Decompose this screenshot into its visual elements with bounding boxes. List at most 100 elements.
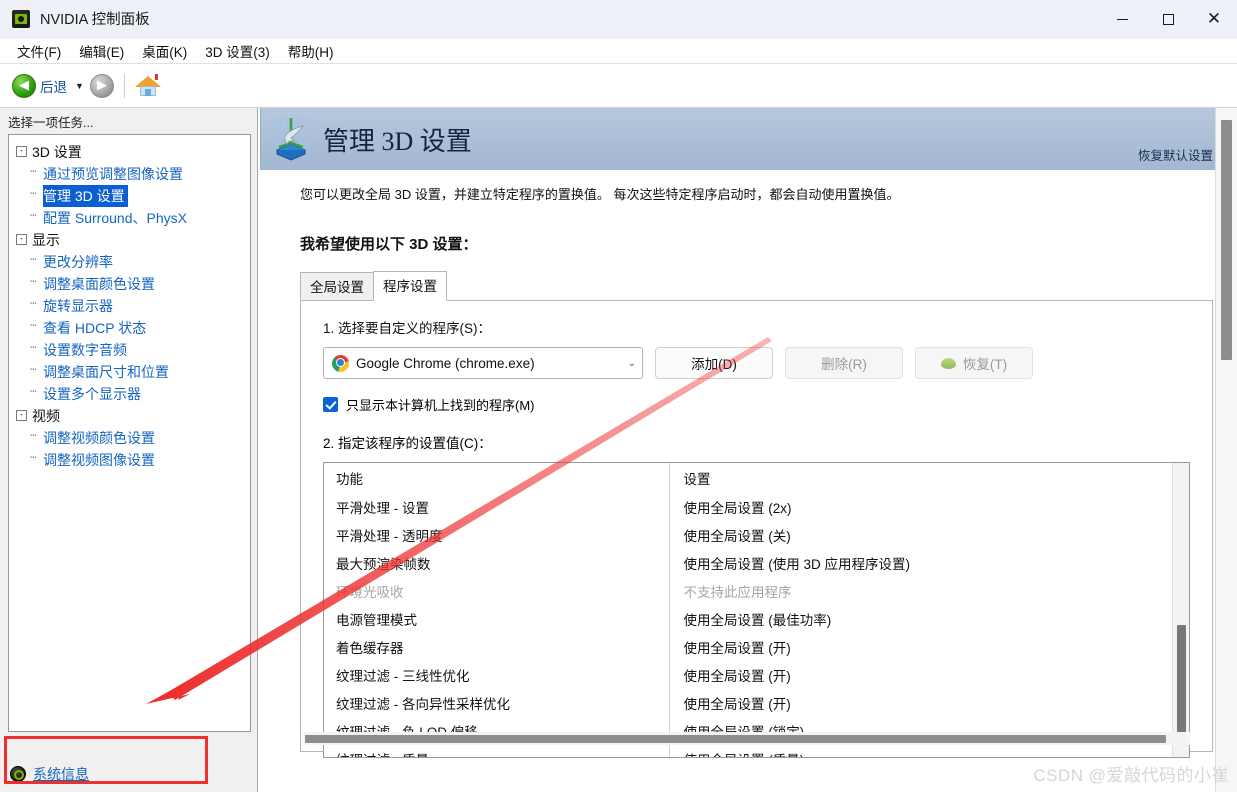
cell-feature: 纹理过滤 - 三线性优化 [336,669,470,684]
add-button[interactable]: 添加(D) [655,347,773,379]
delete-button-label: 删除(R) [821,357,867,372]
menu-3d-settings[interactable]: 3D 设置(3) [196,38,279,64]
cell-setting: 使用全局设置 (开) [668,661,1189,689]
section-title: 我希望使用以下 3D 设置： [300,236,478,253]
show-only-found-programs-checkbox[interactable] [323,397,338,412]
menu-bar: 文件(F) 编辑(E) 桌面(K) 3D 设置(3) 帮助(H) [0,38,1237,64]
task-tree[interactable]: - 3D 设置 通过预览调整图像设置 管理 3D 设置 配置 Surround、… [8,134,251,732]
column-header-feature: 功能 [324,463,669,493]
table-row[interactable]: 纹理过滤 - 质量使用全局设置 (质量) [324,745,1189,757]
sidebar: 选择一项任务... - 3D 设置 通过预览调整图像设置 管理 3D 设置 配置… [0,108,258,792]
table-horizontal-scrollbar[interactable] [303,732,1190,745]
restore-button[interactable]: 恢复(T) [915,347,1033,379]
menu-edit[interactable]: 编辑(E) [70,38,133,64]
table-row[interactable]: 平滑处理 - 透明度 使用全局设置 (关) [324,521,1189,549]
tab-global-settings[interactable]: 全局设置 [300,272,374,301]
menu-file[interactable]: 文件(F) [8,38,70,64]
home-icon[interactable] [134,73,161,98]
cell-setting: 使用全局设置 (最佳功率) [668,605,1189,633]
nvidia-power-icon [10,766,26,782]
maximize-icon [1162,13,1174,25]
page-banner: 管理 3D 设置 恢复默认设置 [260,108,1237,170]
content-area: 管理 3D 设置 恢复默认设置 您可以更改全局 3D 设置，并建立特定程序的置换… [258,108,1237,792]
chevron-down-icon[interactable]: ⌄ [628,358,636,369]
sidebar-item-change-resolution[interactable]: 更改分辨率 [30,250,116,273]
cell-setting: 使用全局设置 (2x) [668,493,1189,521]
watermark: CSDN @爱敲代码的小崔 [1033,766,1229,785]
sidebar-item-adjust-video-image[interactable]: 调整视频图像设置 [30,448,158,471]
sidebar-heading: 选择一项任务... [8,116,94,130]
back-label: 后退 [40,79,67,95]
tree-group-label: 显示 [32,232,60,248]
toolbar-separator [123,73,125,98]
tree-group-label: 视频 [32,408,60,424]
maximize-button[interactable] [1145,0,1191,38]
cell-setting: 使用全局设置 (关) [668,521,1189,549]
collapse-icon[interactable]: - [16,234,27,245]
show-only-found-programs-label: 只显示本计算机上找到的程序(M) [346,398,535,413]
table-row[interactable]: 纹理过滤 - 各向异性采样优化 使用全局设置 (开) [324,689,1189,717]
cell-feature: 纹理过滤 - 质量 [324,745,669,757]
chevron-down-icon[interactable]: ▼ [75,81,84,91]
content-vertical-scrollbar-thumb[interactable] [1221,120,1232,360]
table-row[interactable]: 纹理过滤 - 三线性优化 使用全局设置 (开) [324,661,1189,689]
system-information-label: 系统信息 [33,766,89,782]
cell-feature: 环境光吸收 [336,585,404,600]
table-row[interactable]: 平滑处理 - 设置 使用全局设置 (2x) [324,493,1189,521]
program-combo[interactable]: Google Chrome (chrome.exe) ⌄ [323,347,643,379]
table-row[interactable]: 电源管理模式 使用全局设置 (最佳功率) [324,605,1189,633]
sidebar-item-adjust-video-color[interactable]: 调整视频颜色设置 [30,426,158,449]
program-combo-value: Google Chrome (chrome.exe) [356,355,535,371]
tree-group-display[interactable]: - 显示 [13,229,248,251]
sidebar-item-adjust-image-preview[interactable]: 通过预览调整图像设置 [30,162,186,185]
cell-feature: 最大预渲染帧数 [336,557,431,572]
sidebar-item-adjust-desktop-color[interactable]: 调整桌面颜色设置 [30,272,158,295]
tree-group-3d-settings[interactable]: - 3D 设置 [13,141,248,163]
table-row[interactable]: 环境光吸收 不支持此应用程序 [324,577,1189,605]
restore-defaults-link[interactable]: 恢复默认设置 [1138,145,1213,164]
forward-button[interactable]: ▶ [89,73,114,98]
tab-program-settings[interactable]: 程序设置 [373,271,447,301]
main-area: 选择一项任务... - 3D 设置 通过预览调整图像设置 管理 3D 设置 配置… [0,108,1237,792]
cell-setting: 使用全局设置 (开) [668,689,1189,717]
page-description: 您可以更改全局 3D 设置，并建立特定程序的置换值。 每次这些特定程序启动时，都… [300,187,900,202]
program-select-row: Google Chrome (chrome.exe) ⌄ 添加(D) 删除(R)… [301,337,1212,379]
delete-button[interactable]: 删除(R) [785,347,903,379]
cell-setting: 不支持此应用程序 [668,577,1189,605]
sidebar-item-view-hdcp-status[interactable]: 查看 HDCP 状态 [30,316,149,339]
collapse-icon[interactable]: - [16,146,27,157]
sidebar-item-setup-digital-audio[interactable]: 设置数字音频 [30,338,130,361]
nvidia-eye-icon [940,357,956,369]
menu-desktop[interactable]: 桌面(K) [133,38,196,64]
program-settings-panel: 1. 选择要自定义的程序(S)： Google Chrome (chrome.e… [300,300,1213,758]
back-button[interactable]: ◀ 后退 [8,72,71,100]
table-horizontal-scrollbar-thumb[interactable] [305,735,1166,743]
column-header-setting: 设置 [668,463,1189,493]
content-vertical-scrollbar[interactable] [1215,108,1237,792]
restore-button-label: 恢复(T) [962,357,1008,372]
settings-tabs: 全局设置 程序设置 [300,271,1237,301]
table-vertical-scrollbar[interactable] [1172,463,1189,757]
menu-help[interactable]: 帮助(H) [279,38,343,64]
minimize-button[interactable] [1099,0,1145,38]
page-title: 管理 3D 设置 [323,126,472,156]
tree-group-video[interactable]: - 视频 [13,405,248,427]
toolbar: ◀ 后退 ▼ ▶ [0,64,1237,108]
sidebar-item-manage-3d-settings[interactable]: 管理 3D 设置 [30,184,128,207]
table-row[interactable]: 着色缓存器 使用全局设置 (开) [324,633,1189,661]
sidebar-item-configure-surround-physx[interactable]: 配置 Surround、PhysX [30,206,190,229]
show-only-found-programs-row[interactable]: 只显示本计算机上找到的程序(M) [301,379,1212,414]
cell-feature: 着色缓存器 [336,641,404,656]
system-information-link[interactable]: 系统信息 [0,758,257,792]
collapse-icon[interactable]: - [16,410,27,421]
window-title: NVIDIA 控制面板 [40,12,150,28]
add-button-label: 添加(D) [691,357,737,372]
step2-label: 2. 指定该程序的设置值(C)： [323,436,492,451]
table-row[interactable]: 最大预渲染帧数 使用全局设置 (使用 3D 应用程序设置) [324,549,1189,577]
table-vertical-scrollbar-thumb[interactable] [1177,625,1186,745]
settings-table-container[interactable]: 功能 设置 平滑处理 - 设置 使用全局设置 (2x) 平滑处理 - 透明度 使用全… [323,462,1190,758]
close-button[interactable]: ✕ [1191,0,1237,38]
sidebar-item-setup-multiple-displays[interactable]: 设置多个显示器 [30,382,144,405]
sidebar-item-rotate-display[interactable]: 旋转显示器 [30,294,116,317]
sidebar-item-adjust-desktop-size[interactable]: 调整桌面尺寸和位置 [30,360,172,383]
